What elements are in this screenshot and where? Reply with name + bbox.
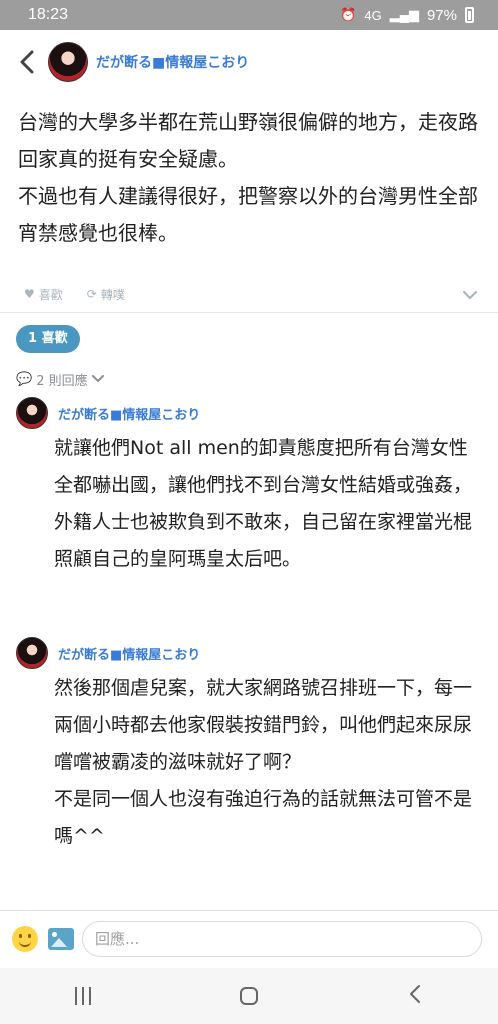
comment-bubble-icon: 💬 [16, 372, 33, 387]
author-avatar[interactable] [48, 42, 88, 82]
battery-icon [465, 7, 474, 23]
replurk-icon: ⟳ [86, 287, 97, 301]
post-author-name[interactable]: だが断る■情報屋こおり [96, 52, 249, 72]
post-header: だが断る■情報屋こおり [0, 30, 498, 94]
network-label: 4G [364, 7, 382, 23]
comment-paragraph: 就讓他們Not all men的卸責態度把所有台灣女性全都嚇出國，讓他們找不到台… [54, 437, 473, 570]
comment-avatar[interactable] [16, 637, 48, 669]
comment-header: だが断る■情報屋こおり [16, 396, 486, 430]
comment-header: だが断る■情報屋こおり [16, 636, 486, 670]
status-bar: 18:23 ⏰ 4G ▂▄▆ 97% [0, 0, 498, 30]
comment-item: だが断る■情報屋こおり 然後那個虐兒案，就大家網路號召排班一下，每一兩個小時都去… [16, 636, 486, 855]
comment-text: 然後那個虐兒案，就大家網路號召排班一下，每一兩個小時都去他家假裝按錯門鈴，叫他們… [54, 670, 486, 855]
post-actions: ♥ 喜歡 ⟳ 轉噗 [24, 282, 478, 306]
comment-paragraph: 不是同一個人也沒有強迫行為的話就無法可管不是嗎^^ [54, 788, 473, 847]
image-icon[interactable] [48, 927, 74, 950]
like-label: 喜歡 [38, 287, 63, 302]
divider [0, 312, 498, 313]
reply-bar [0, 910, 498, 966]
android-nav-bar [0, 968, 498, 1024]
share-button[interactable]: ⟳ 轉噗 [87, 286, 125, 303]
post-content: 台灣的大學多半都在荒山野嶺很偏僻的地方，走夜路回家真的挺有安全疑慮。 不過也有人… [18, 104, 484, 252]
comment-item: だが断る■情報屋こおり 就讓他們Not all men的卸責態度把所有台灣女性全… [16, 396, 486, 578]
like-button[interactable]: ♥ 喜歡 [24, 286, 63, 303]
alarm-icon: ⏰ [340, 7, 357, 22]
heart-icon: ♥ [24, 287, 35, 301]
share-label: 轉噗 [100, 287, 125, 302]
chevron-down-icon [91, 372, 104, 387]
home-button[interactable] [219, 976, 279, 1016]
reply-input[interactable] [82, 920, 482, 957]
nav-back-icon [409, 981, 421, 1011]
comment-avatar[interactable] [16, 397, 48, 429]
post-paragraph: 台灣的大學多半都在荒山野嶺很偏僻的地方，走夜路回家真的挺有安全疑慮。 [18, 110, 478, 171]
chevron-down-icon[interactable] [462, 284, 478, 305]
reply-count[interactable]: 💬 2 則回應 [16, 370, 104, 389]
comment-author-name[interactable]: だが断る■情報屋こおり [58, 644, 200, 663]
comment-paragraph: 然後那個虐兒案，就大家網路號召排班一下，每一兩個小時都去他家假裝按錯門鈴，叫他們… [54, 677, 473, 773]
battery-percent: 97% [426, 6, 457, 24]
post-paragraph: 不過也有人建議得很好，把警察以外的台灣男性全部宵禁感覺也很棒。 [18, 184, 478, 245]
status-time: 18:23 [28, 6, 69, 23]
nav-back-button[interactable] [385, 976, 445, 1016]
home-icon [240, 987, 258, 1005]
reply-count-label: 2 則回應 [36, 374, 88, 389]
status-icons: ⏰ 4G ▂▄▆ 97% [340, 7, 474, 24]
emoji-icon[interactable] [12, 925, 38, 952]
back-arrow-icon[interactable] [12, 42, 42, 82]
signal-icon: ▂▄▆ [389, 7, 419, 22]
recents-button[interactable] [53, 976, 113, 1016]
comment-author-name[interactable]: だが断る■情報屋こおり [58, 404, 200, 423]
comment-text: 就讓他們Not all men的卸責態度把所有台灣女性全都嚇出國，讓他們找不到台… [54, 430, 486, 578]
recents-icon [75, 987, 91, 1005]
likes-badge[interactable]: 1 喜歡 [16, 325, 80, 353]
